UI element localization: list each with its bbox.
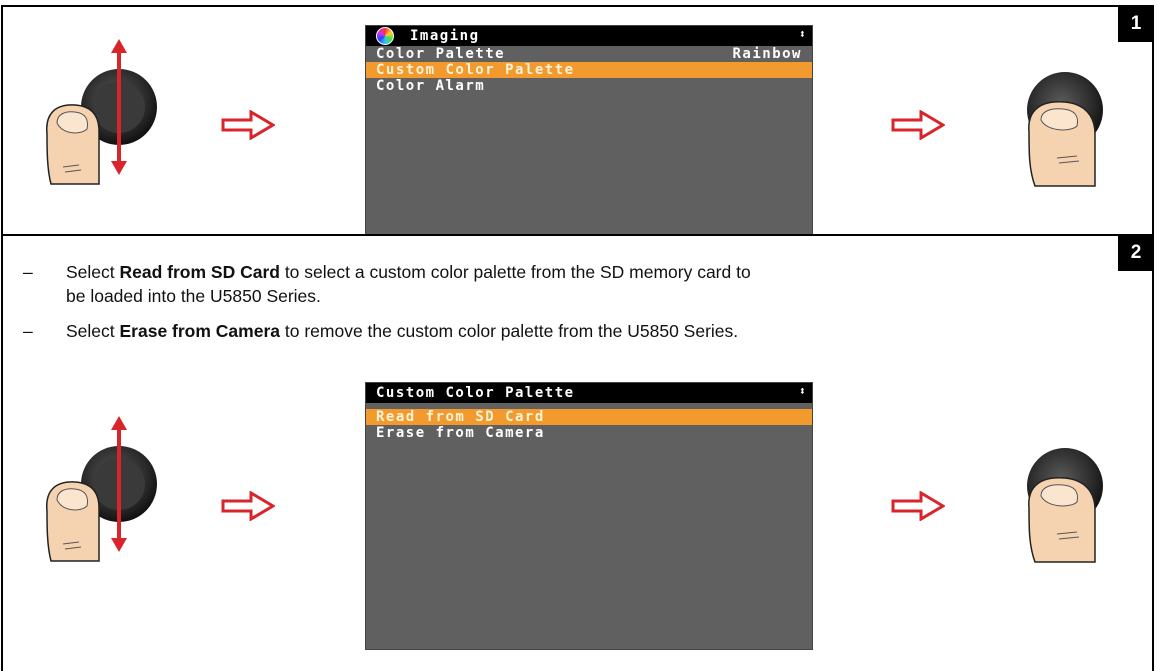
joystick-press-icon — [1027, 448, 1103, 563]
joystick-scroll-icon — [46, 39, 157, 185]
bullet-erase-from-camera: – Select Erase from Camera to remove the… — [23, 321, 739, 341]
custom-color-palette-screen: Custom Color Palette ⬍ Read from SD Card… — [365, 382, 813, 650]
right-arrow-icon — [221, 491, 275, 521]
menu-item-read-from-sd-card[interactable]: Read from SD Card — [366, 409, 812, 425]
screen-title: Custom Color Palette — [376, 385, 575, 401]
step-number-2: 2 — [1118, 234, 1154, 271]
step-2-panel: 2 – Select Read from SD Card to select a… — [1, 234, 1154, 671]
imaging-menu-screen: Imaging ⬍ Color Palette Rainbow Custom C… — [365, 25, 813, 240]
menu-item-value: Rainbow — [732, 46, 802, 62]
screen-title: Imaging — [410, 28, 480, 44]
right-arrow-icon — [891, 491, 945, 521]
screen-header: Imaging ⬍ — [366, 26, 812, 46]
bullet-read-from-sd: – Select Read from SD Card to select a c… — [23, 262, 751, 306]
step-1-panel: 1 Imaging ⬍ Color Palette Rainbow Custom… — [1, 5, 1154, 240]
menu-item-custom-color-palette[interactable]: Custom Color Palette — [366, 62, 812, 78]
scroll-indicator-icon: ⬍ — [798, 27, 806, 41]
instructions: – Select Read from SD Card to select a c… — [23, 260, 751, 354]
step-number-1: 1 — [1118, 5, 1154, 42]
joystick-scroll-icon — [46, 416, 157, 562]
menu-item-erase-from-camera[interactable]: Erase from Camera — [366, 425, 812, 441]
scroll-indicator-icon: ⬍ — [798, 384, 806, 398]
right-arrow-icon — [891, 110, 945, 140]
joystick-press-icon — [1027, 72, 1103, 187]
right-arrow-icon — [221, 110, 275, 140]
menu-item-color-alarm[interactable]: Color Alarm — [366, 78, 812, 94]
screen-header: Custom Color Palette ⬍ — [366, 383, 812, 403]
color-wheel-icon — [376, 27, 394, 45]
menu-item-color-palette[interactable]: Color Palette Rainbow — [366, 46, 812, 62]
